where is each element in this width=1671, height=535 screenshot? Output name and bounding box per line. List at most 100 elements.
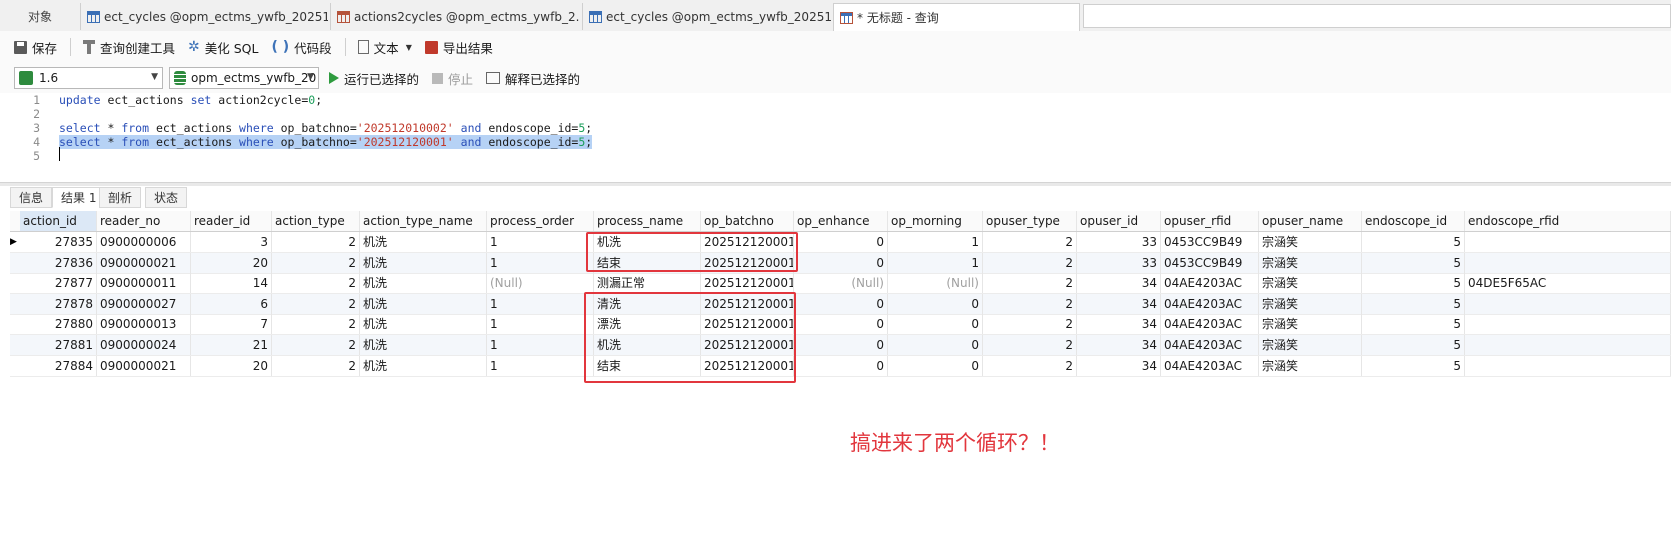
cell-reader-no[interactable]: 0900000021 bbox=[97, 252, 191, 273]
cell-opuser-type[interactable]: 2 bbox=[983, 252, 1077, 273]
cell-action-type[interactable]: 2 bbox=[272, 335, 360, 355]
cell-op-enhance[interactable]: 0 bbox=[794, 335, 888, 355]
cell-action-id[interactable]: 27835 bbox=[20, 232, 97, 252]
cell-opuser-rfid[interactable]: 0453CC9B49 bbox=[1161, 252, 1259, 273]
stop-button[interactable]: 停止 bbox=[432, 69, 473, 88]
cell-reader-no[interactable]: 0900000027 bbox=[97, 293, 191, 314]
cell-action-id[interactable]: 27881 bbox=[20, 335, 97, 355]
cell-opuser-id[interactable]: 34 bbox=[1077, 314, 1161, 335]
cell-opuser-rfid[interactable]: 04AE4203AC bbox=[1161, 314, 1259, 335]
cell-reader-id[interactable]: 21 bbox=[191, 335, 272, 355]
cell-reader-id[interactable]: 20 bbox=[191, 355, 272, 376]
code-line[interactable]: 3 select * from ect_actions where op_batc… bbox=[10, 121, 1671, 135]
cell-process-order[interactable]: 1 bbox=[487, 335, 594, 355]
tab-actions2cycles[interactable]: actions2cycles @opm_ectms_ywfb_2... bbox=[330, 3, 580, 30]
cell-endoscope-rfid[interactable] bbox=[1465, 252, 1671, 273]
cell-opuser-rfid[interactable]: 0453CC9B49 bbox=[1161, 232, 1259, 252]
cell-opuser-rfid[interactable]: 04AE4203AC bbox=[1161, 355, 1259, 376]
cell-opuser-type[interactable]: 2 bbox=[983, 273, 1077, 294]
cell-process-order[interactable]: 1 bbox=[487, 355, 594, 376]
column-header-action-type-name[interactable]: action_type_name bbox=[360, 211, 487, 231]
cell-reader-no[interactable]: 0900000006 bbox=[97, 232, 191, 252]
cell-opuser-name[interactable]: 宗涵笑 bbox=[1259, 293, 1362, 314]
cell-opuser-id[interactable]: 33 bbox=[1077, 252, 1161, 273]
tab-status[interactable]: 状态 bbox=[145, 187, 188, 208]
cell-reader-id[interactable]: 14 bbox=[191, 273, 272, 294]
cell-process-order[interactable]: 1 bbox=[487, 314, 594, 335]
cell-op-enhance[interactable]: 0 bbox=[794, 252, 888, 273]
cell-op-morning[interactable]: (Null) bbox=[888, 273, 983, 294]
column-header-action-id[interactable]: action_id bbox=[20, 211, 97, 231]
cell-endoscope-id[interactable]: 5 bbox=[1362, 273, 1465, 294]
column-header-opuser-type[interactable]: opuser_type bbox=[983, 211, 1077, 231]
column-header-op-batchno[interactable]: op_batchno bbox=[701, 211, 794, 231]
cell-op-enhance[interactable]: 0 bbox=[794, 355, 888, 376]
column-header-endoscope-id[interactable]: endoscope_id bbox=[1362, 211, 1465, 231]
cell-opuser-name[interactable]: 宗涵笑 bbox=[1259, 314, 1362, 335]
column-header-op-morning[interactable]: op_morning bbox=[888, 211, 983, 231]
cell-process-order[interactable]: 1 bbox=[487, 232, 594, 252]
column-header-reader-no[interactable]: reader_no bbox=[97, 211, 191, 231]
cell-endoscope-rfid[interactable] bbox=[1465, 355, 1671, 376]
tab-objects[interactable]: 对象 bbox=[0, 3, 80, 30]
code-line[interactable]: 5 bbox=[10, 149, 1671, 163]
sql-editor[interactable]: 1 update ect_actions set action2cycle=0; 2… bbox=[10, 93, 1671, 182]
tab-ect-cycles-1[interactable]: ect_cycles @opm_ectms_ywfb_20251... bbox=[80, 3, 328, 30]
cell-opuser-type[interactable]: 2 bbox=[983, 314, 1077, 335]
cell-opuser-name[interactable]: 宗涵笑 bbox=[1259, 355, 1362, 376]
table-row[interactable]: ▶ 27835 0900000006 3 2 机洗 1 机洗 202512120001 0 1 2 33… bbox=[10, 232, 1671, 253]
cell-action-id[interactable]: 27878 bbox=[20, 293, 97, 314]
cell-opuser-name[interactable]: 宗涵笑 bbox=[1259, 273, 1362, 294]
cell-action-type-name[interactable]: 机洗 bbox=[360, 252, 487, 273]
table-row[interactable]: 27884 0900000021 20 2 机洗 1 结束 202512120001 0 0 2 34… bbox=[10, 355, 1671, 377]
cell-action-type-name[interactable]: 机洗 bbox=[360, 232, 487, 252]
cell-opuser-rfid[interactable]: 04AE4203AC bbox=[1161, 293, 1259, 314]
cell-endoscope-id[interactable]: 5 bbox=[1362, 355, 1465, 376]
cell-action-type-name[interactable]: 机洗 bbox=[360, 273, 487, 294]
cell-endoscope-id[interactable]: 5 bbox=[1362, 314, 1465, 335]
tab-result-1[interactable]: 结果 1 bbox=[52, 187, 106, 208]
database-select[interactable]: opm_ectms_ywfb_20 ▼ bbox=[169, 67, 319, 89]
column-header-action-type[interactable]: action_type bbox=[272, 211, 360, 231]
code-line[interactable]: 2 bbox=[10, 107, 1671, 121]
cell-action-type[interactable]: 2 bbox=[272, 314, 360, 335]
cell-opuser-name[interactable]: 宗涵笑 bbox=[1259, 335, 1362, 355]
explain-selected-button[interactable]: 解释已选择的 bbox=[486, 69, 580, 88]
tab-search-field[interactable] bbox=[1083, 4, 1671, 28]
cell-reader-no[interactable]: 0900000024 bbox=[97, 335, 191, 355]
cell-opuser-type[interactable]: 2 bbox=[983, 355, 1077, 376]
cell-reader-no[interactable]: 0900000013 bbox=[97, 314, 191, 335]
cell-action-type-name[interactable]: 机洗 bbox=[360, 355, 487, 376]
cell-endoscope-rfid[interactable] bbox=[1465, 293, 1671, 314]
cell-endoscope-id[interactable]: 5 bbox=[1362, 252, 1465, 273]
cell-op-morning[interactable]: 0 bbox=[888, 355, 983, 376]
cell-opuser-rfid[interactable]: 04AE4203AC bbox=[1161, 335, 1259, 355]
tab-info[interactable]: 信息 bbox=[10, 187, 53, 208]
column-header-reader-id[interactable]: reader_id bbox=[191, 211, 272, 231]
cell-reader-id[interactable]: 3 bbox=[191, 232, 272, 252]
cell-op-morning[interactable]: 0 bbox=[888, 335, 983, 355]
tab-ect-cycles-2[interactable]: ect_cycles @opm_ectms_ywfb_20251... bbox=[582, 3, 832, 30]
beautify-sql-button[interactable]: ✲ 美化 SQL bbox=[188, 38, 258, 57]
cell-op-morning[interactable]: 0 bbox=[888, 314, 983, 335]
cell-action-id[interactable]: 27836 bbox=[20, 252, 97, 273]
results-grid[interactable]: action_id reader_no reader_id action_type ac… bbox=[10, 211, 1671, 381]
run-selected-button[interactable]: 运行已选择的 bbox=[329, 69, 419, 88]
cell-action-type[interactable]: 2 bbox=[272, 293, 360, 314]
cell-opuser-name[interactable]: 宗涵笑 bbox=[1259, 252, 1362, 273]
cell-op-morning[interactable]: 1 bbox=[888, 252, 983, 273]
cell-action-type-name[interactable]: 机洗 bbox=[360, 293, 487, 314]
cell-opuser-type[interactable]: 2 bbox=[983, 232, 1077, 252]
cell-opuser-rfid[interactable]: 04AE4203AC bbox=[1161, 273, 1259, 294]
column-header-process-order[interactable]: process_order bbox=[487, 211, 594, 231]
cell-opuser-id[interactable]: 34 bbox=[1077, 355, 1161, 376]
text-mode-button[interactable]: 文本 ▼ bbox=[357, 38, 412, 57]
cell-process-order[interactable]: 1 bbox=[487, 252, 594, 273]
cell-op-morning[interactable]: 1 bbox=[888, 232, 983, 252]
connection-select[interactable]: 1.6 ▼ bbox=[14, 67, 163, 89]
cell-endoscope-rfid[interactable] bbox=[1465, 232, 1671, 252]
cell-opuser-type[interactable]: 2 bbox=[983, 335, 1077, 355]
column-header-opuser-rfid[interactable]: opuser_rfid bbox=[1161, 211, 1259, 231]
cell-opuser-name[interactable]: 宗涵笑 bbox=[1259, 232, 1362, 252]
cell-op-enhance[interactable]: (Null) bbox=[794, 273, 888, 294]
